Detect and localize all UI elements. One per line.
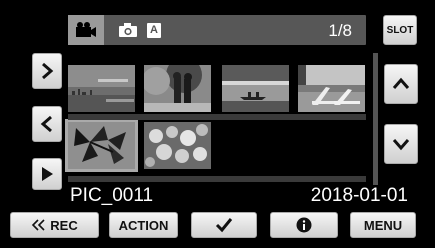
thumb-skyline[interactable] xyxy=(68,65,135,112)
info-button[interactable] xyxy=(270,212,338,238)
thumb-flowers[interactable] xyxy=(144,122,211,169)
info-icon xyxy=(296,217,312,233)
play-icon xyxy=(42,167,53,181)
chevron-left-icon xyxy=(40,115,52,133)
play-button[interactable] xyxy=(32,158,62,190)
file-name: PIC_0011 xyxy=(70,185,154,206)
rec-button[interactable]: REC xyxy=(10,212,99,238)
previous-button[interactable] xyxy=(32,106,62,142)
auto-mode-icon: A xyxy=(147,22,161,38)
scroll-up-button[interactable] xyxy=(384,64,418,104)
mode-auto-tab[interactable]: A xyxy=(144,15,164,45)
video-camera-icon xyxy=(76,22,96,37)
double-chevron-left-icon xyxy=(32,219,45,231)
checkmark-icon xyxy=(215,218,233,233)
scroll-down-button[interactable] xyxy=(384,124,418,164)
mode-photo-tab[interactable] xyxy=(116,15,140,45)
confirm-button[interactable] xyxy=(191,212,257,238)
chevron-right-icon xyxy=(42,62,54,80)
thumb-beach-chairs[interactable] xyxy=(298,65,365,112)
file-date: 2018-01-01 xyxy=(310,185,408,206)
page-indicator: 1/8 xyxy=(328,21,352,40)
slot-button[interactable]: SLOT xyxy=(383,15,417,45)
camera-icon xyxy=(119,23,137,37)
mode-bar: A 1/8 xyxy=(68,15,366,45)
row-divider xyxy=(68,114,366,120)
thumb-canoe[interactable] xyxy=(222,65,289,112)
row-divider xyxy=(68,176,366,182)
playback-screen: A 1/8 SLOT PIC_0011 2018-01-01 REC ACTIO… xyxy=(0,0,435,248)
chevron-up-icon xyxy=(392,77,410,89)
rec-label: REC xyxy=(50,217,78,233)
thumbnail-grid xyxy=(65,57,366,185)
next-button[interactable] xyxy=(32,53,62,89)
chevron-down-icon xyxy=(392,139,410,151)
action-button[interactable]: ACTION xyxy=(109,212,178,238)
mode-video-tab[interactable] xyxy=(68,15,104,45)
thumb-leaves[interactable] xyxy=(65,119,138,172)
thumb-couple[interactable] xyxy=(144,65,211,112)
menu-button[interactable]: MENU xyxy=(350,212,416,238)
scrollbar-track[interactable] xyxy=(373,53,378,185)
